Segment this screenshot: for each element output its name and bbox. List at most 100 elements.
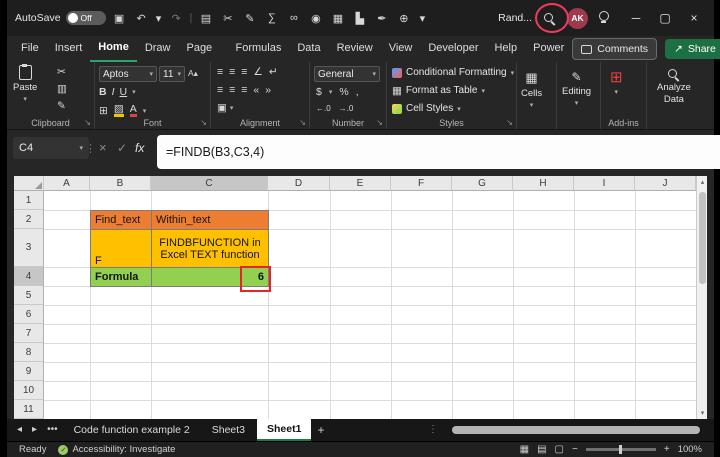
people-icon[interactable]: ⊕ bbox=[395, 12, 412, 25]
cell-c2[interactable]: Within_text bbox=[151, 210, 269, 230]
tab-review[interactable]: Review bbox=[329, 36, 381, 62]
column-header-f[interactable]: F bbox=[391, 176, 452, 191]
scroll-up-icon[interactable]: ▴ bbox=[697, 178, 707, 186]
accessibility-status[interactable]: ✓ Accessibility: Investigate bbox=[58, 444, 175, 455]
fill-color-button[interactable]: ▨ bbox=[113, 104, 124, 117]
vertical-scroll-thumb[interactable] bbox=[699, 192, 706, 284]
font-size-combo[interactable]: 11 ▾ bbox=[159, 66, 185, 82]
addins-button[interactable]: ⊞ ▾ bbox=[610, 68, 623, 96]
row-header-2[interactable]: 2 bbox=[14, 210, 44, 229]
clipboard-icon[interactable]: ▤ bbox=[197, 12, 214, 25]
borders-button[interactable]: ⊞ bbox=[99, 105, 108, 117]
font-color-chevron-icon[interactable]: ▾ bbox=[143, 107, 147, 115]
zoom-slider-thumb[interactable] bbox=[618, 445, 622, 454]
normal-view-icon[interactable]: ▦ bbox=[520, 444, 529, 455]
align-center-icon[interactable]: ≡ bbox=[229, 84, 235, 96]
column-header-h[interactable]: H bbox=[513, 176, 574, 191]
zoom-slider[interactable] bbox=[585, 445, 656, 454]
cells-button[interactable]: ▦ Cells ▾ bbox=[521, 70, 542, 109]
align-top-icon[interactable]: ≡ bbox=[217, 66, 223, 78]
table-icon[interactable]: ▦ bbox=[329, 12, 346, 25]
column-header-e[interactable]: E bbox=[330, 176, 391, 191]
cell-b2[interactable]: Find_text bbox=[90, 210, 152, 230]
page-layout-view-icon[interactable]: ▤ bbox=[537, 444, 546, 455]
clipboard-dialog-launcher[interactable]: ↘ bbox=[84, 118, 91, 127]
zoom-level[interactable]: 100% bbox=[678, 444, 702, 455]
merge-center-icon[interactable]: ▣ bbox=[217, 102, 227, 114]
align-right-icon[interactable]: ≡ bbox=[241, 84, 247, 96]
italic-button[interactable]: I bbox=[112, 86, 115, 98]
name-box[interactable]: C4 ▾ bbox=[13, 137, 89, 159]
autosave-toggle[interactable]: Off bbox=[65, 11, 106, 25]
undo-chevron-icon[interactable]: ▾ bbox=[155, 12, 163, 25]
link-icon[interactable]: ∞ bbox=[285, 12, 302, 24]
lightbulb-icon[interactable] bbox=[597, 11, 609, 25]
insert-function-icon[interactable]: fx bbox=[135, 141, 144, 155]
close-button[interactable]: × bbox=[682, 11, 706, 25]
formula-input[interactable]: =FINDB(B3,C3,4) bbox=[157, 135, 720, 169]
number-format-combo[interactable]: General ▾ bbox=[314, 66, 380, 82]
pen-icon[interactable]: ✒ bbox=[373, 12, 390, 25]
undo-icon[interactable]: ↶ bbox=[133, 12, 150, 25]
vertical-scrollbar[interactable]: ▴ ▾ bbox=[696, 176, 707, 419]
format-painter-icon[interactable]: ✎ bbox=[241, 12, 258, 25]
decrease-indent-icon[interactable]: « bbox=[253, 84, 259, 96]
column-header-a[interactable]: A bbox=[44, 176, 90, 191]
bold-button[interactable]: B bbox=[99, 86, 107, 98]
font-name-combo[interactable]: Aptos ▾ bbox=[99, 66, 157, 82]
editing-button[interactable]: ✎ Editing ▾ bbox=[562, 70, 591, 107]
tab-insert[interactable]: Insert bbox=[47, 36, 91, 62]
paste-button[interactable]: Paste ▾ bbox=[13, 64, 37, 103]
sheet-tab-code-function-example-2[interactable]: Code function example 2 bbox=[64, 419, 200, 441]
sheet-tab-sheet3[interactable]: Sheet3 bbox=[202, 419, 255, 441]
column-header-d[interactable]: D bbox=[268, 176, 330, 191]
row-header-11[interactable]: 11 bbox=[14, 400, 44, 419]
merge-chevron-icon[interactable]: ▾ bbox=[230, 104, 234, 112]
increase-indent-icon[interactable]: » bbox=[265, 84, 271, 96]
row-header-9[interactable]: 9 bbox=[14, 362, 44, 381]
qat-more-icon[interactable]: ▾ bbox=[417, 12, 427, 25]
tab-power-pivot[interactable]: Power Pivot bbox=[525, 36, 572, 79]
share-button[interactable]: ↗ Share ▾ bbox=[665, 39, 720, 59]
wrap-text-icon[interactable]: ↵ bbox=[269, 66, 278, 78]
row-header-7[interactable]: 7 bbox=[14, 324, 44, 343]
zoom-in-button[interactable]: + bbox=[664, 444, 670, 455]
confirm-entry-icon[interactable]: ✓ bbox=[117, 141, 127, 155]
row-header-4[interactable]: 4 bbox=[14, 267, 44, 286]
tab-help[interactable]: Help bbox=[486, 36, 525, 62]
add-sheet-button[interactable]: + bbox=[313, 419, 328, 441]
row-header-8[interactable]: 8 bbox=[14, 343, 44, 362]
cell-b4[interactable]: Formula bbox=[90, 267, 152, 287]
align-middle-icon[interactable]: ≡ bbox=[229, 66, 235, 78]
font-dialog-launcher[interactable]: ↘ bbox=[200, 118, 207, 127]
row-header-6[interactable]: 6 bbox=[14, 305, 44, 324]
tab-formulas[interactable]: Formulas bbox=[228, 36, 290, 62]
align-bottom-icon[interactable]: ≡ bbox=[241, 66, 247, 78]
copy-button[interactable]: ▥ bbox=[57, 83, 67, 95]
underline-button[interactable]: U bbox=[120, 86, 128, 98]
format-as-table-button[interactable]: ▦ Format as Table ▾ bbox=[387, 83, 515, 98]
currency-chevron-icon[interactable]: ▾ bbox=[329, 88, 333, 96]
analyze-data-button[interactable]: Analyze Data bbox=[657, 68, 691, 105]
underline-chevron-icon[interactable]: ▾ bbox=[132, 88, 136, 96]
number-dialog-launcher[interactable]: ↘ bbox=[376, 118, 383, 127]
cell-c4[interactable]: 6 bbox=[151, 266, 271, 292]
row-header-5[interactable]: 5 bbox=[14, 286, 44, 305]
increase-decimal-icon[interactable]: ←.0 bbox=[316, 104, 331, 113]
horizontal-scrollbar[interactable] bbox=[452, 426, 700, 434]
column-header-g[interactable]: G bbox=[452, 176, 513, 191]
more-sheets-button[interactable]: ••• bbox=[43, 419, 62, 441]
sheet-tab-sheet1[interactable]: Sheet1 bbox=[257, 419, 312, 441]
percent-icon[interactable]: % bbox=[339, 86, 348, 98]
search-icon[interactable] bbox=[535, 2, 569, 33]
equation-icon[interactable]: ∑ bbox=[263, 12, 280, 24]
redo-icon[interactable]: ↷ bbox=[168, 12, 185, 25]
tab-developer[interactable]: Developer bbox=[420, 36, 486, 62]
comma-icon[interactable]: , bbox=[356, 86, 359, 98]
tab-page-layout[interactable]: Page Layout bbox=[178, 36, 227, 79]
tab-draw[interactable]: Draw bbox=[137, 36, 179, 62]
save-icon[interactable]: ▣ bbox=[111, 12, 128, 25]
tab-view[interactable]: View bbox=[381, 36, 421, 62]
row-header-10[interactable]: 10 bbox=[14, 381, 44, 400]
avatar[interactable]: AK bbox=[567, 7, 588, 29]
